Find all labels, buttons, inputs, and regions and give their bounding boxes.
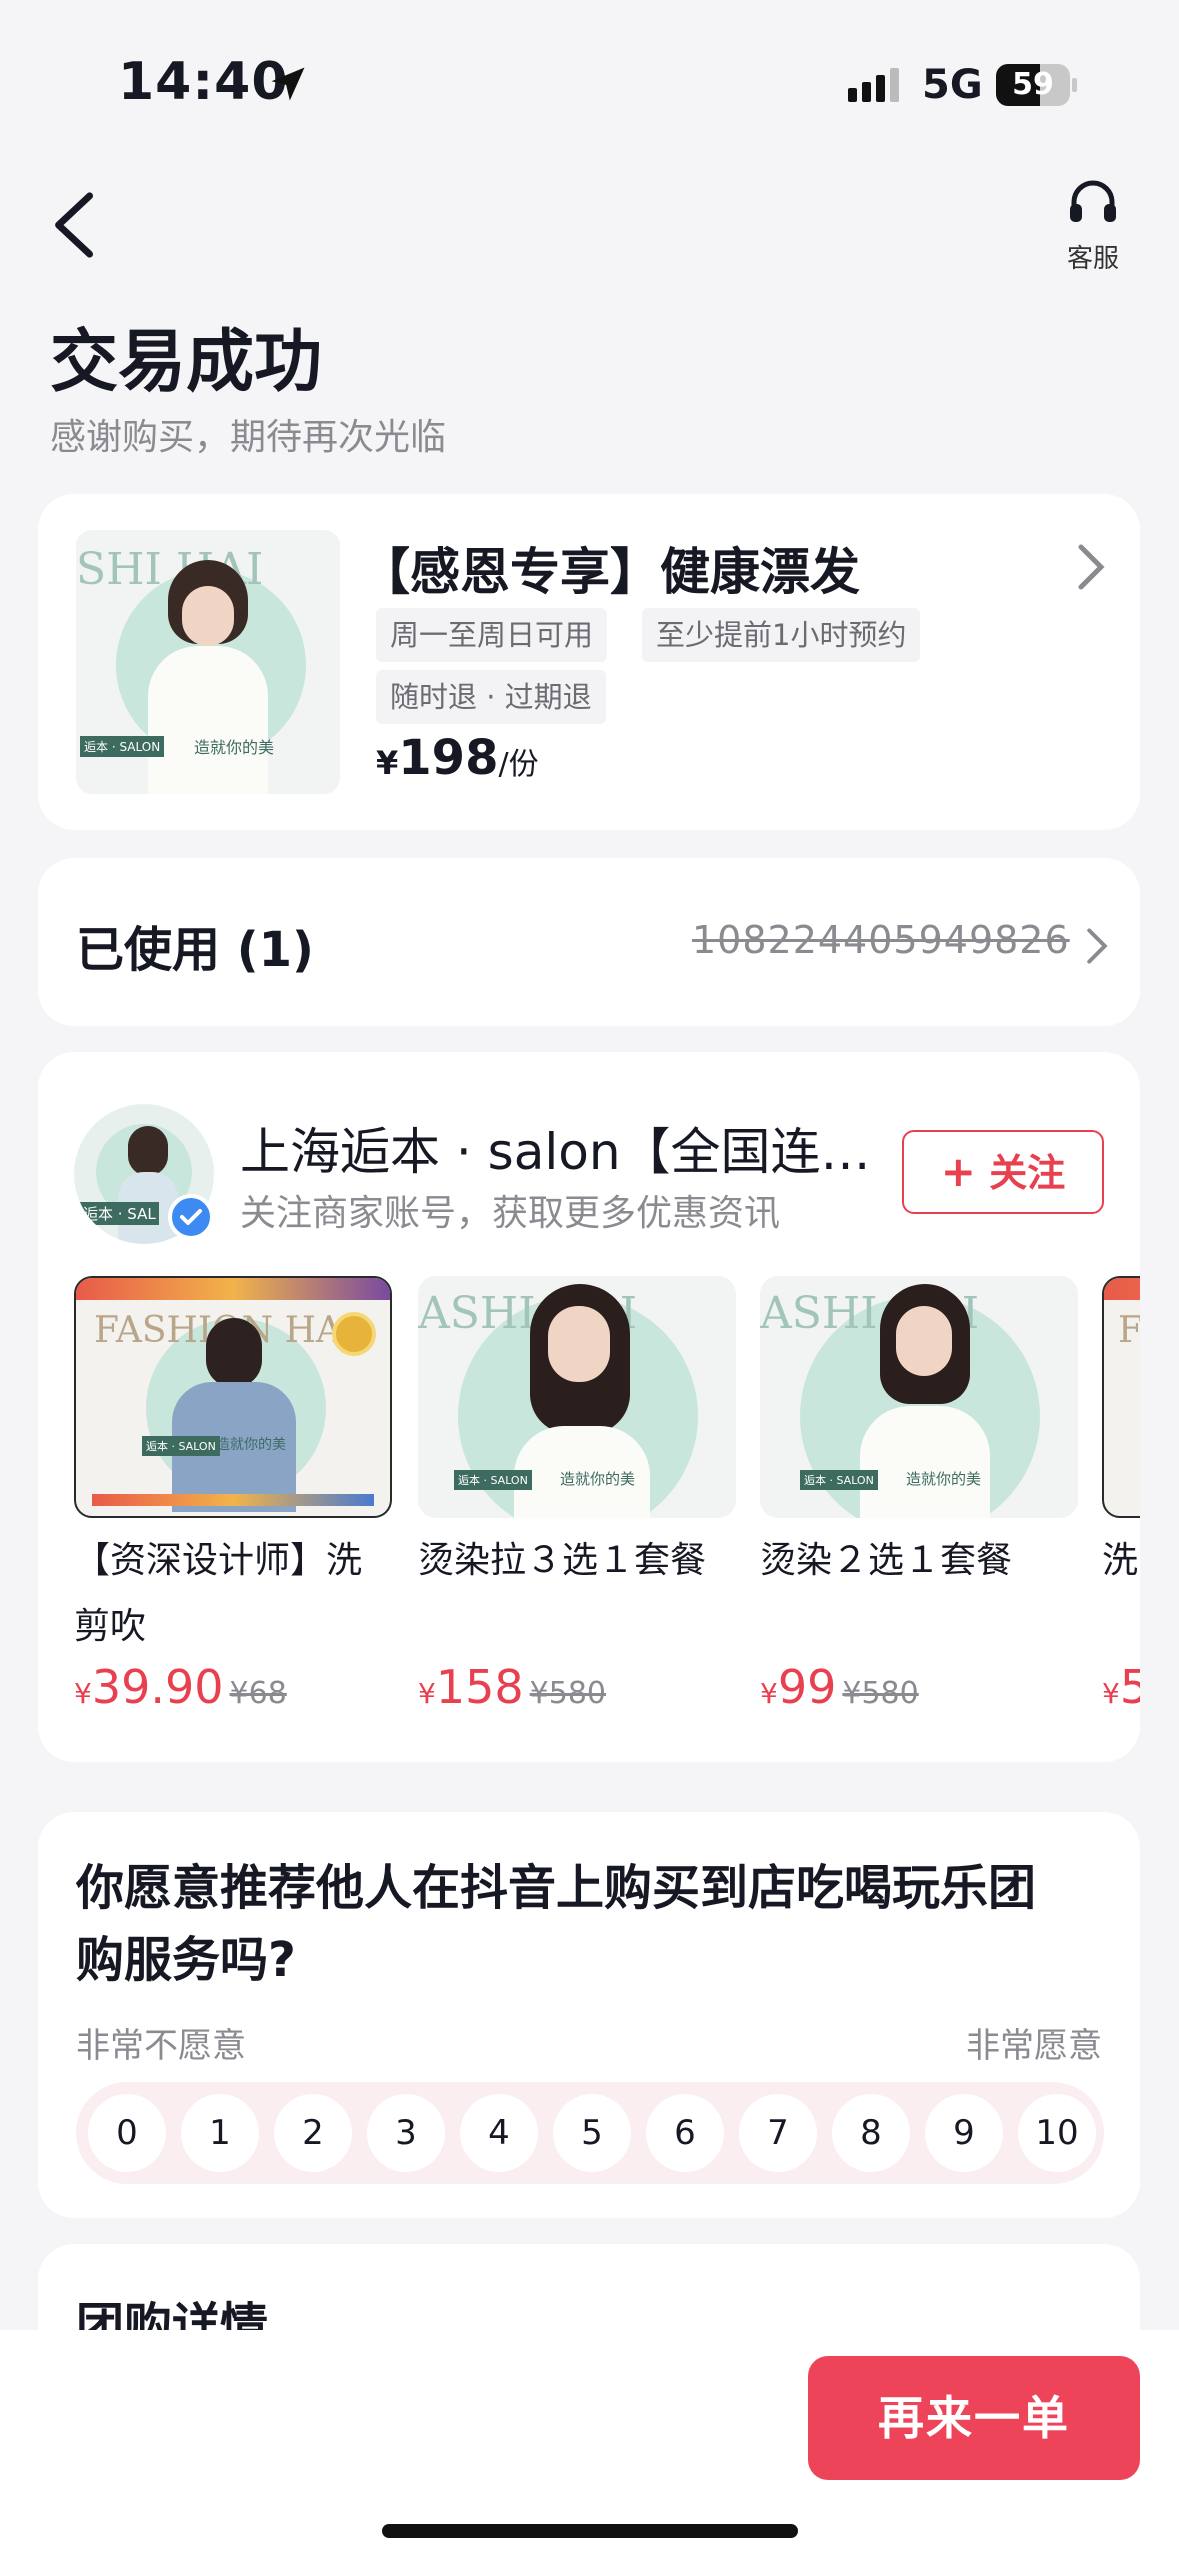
deal-name: 烫染拉３选１套餐 xyxy=(418,1540,707,1581)
page-subtitle: 感谢购买，期待再次光临 xyxy=(50,417,447,458)
deal-item[interactable]: F 洗 ¥5 xyxy=(1102,1276,1140,1714)
price-unit: /份 xyxy=(498,747,539,782)
deal-currency: ¥ xyxy=(1102,1677,1120,1710)
deal-image-brand: F xyxy=(1118,1310,1140,1351)
deal-name: 【资深设计师】洗剪吹 xyxy=(74,1540,363,1647)
image-slogan: 造就你的美 xyxy=(194,738,275,757)
deal-currency: ¥ xyxy=(418,1677,436,1710)
headset-icon xyxy=(1070,180,1116,222)
deal-item[interactable]: FASHION HAI 逅本 · SALON 造就你的美 【资深设计师】洗剪吹 … xyxy=(74,1276,392,1714)
deal-name: 烫染２选１套餐 xyxy=(760,1540,1013,1581)
score-option-5[interactable]: 5 xyxy=(553,2094,631,2172)
deal-image-slogan: 造就你的美 xyxy=(560,1470,636,1488)
avatar-text: 逅本 · SAL xyxy=(80,1202,159,1225)
product-title[interactable]: 【感恩专享】健康漂发 xyxy=(360,532,860,604)
deal-price: ¥158 ¥580 xyxy=(418,1660,736,1714)
price-value: 198 xyxy=(398,730,499,786)
deal-item[interactable]: ASHI HAI 逅本 · SALON 造就你的美 烫染２选１套餐 ¥99 ¥58… xyxy=(760,1276,1078,1714)
deal-currency: ¥ xyxy=(760,1677,778,1710)
usage-card[interactable]: 已使用 (1) 108224405949826 xyxy=(38,858,1140,1026)
deal-price: ¥39.90 ¥68 xyxy=(74,1660,392,1714)
battery-level: 59 xyxy=(1012,67,1054,102)
signal-icon xyxy=(848,68,899,102)
deal-original-price: ¥580 xyxy=(529,1676,606,1711)
product-tag: 周一至周日可用 xyxy=(376,608,608,662)
merchant-card: 逅本 · SAL 上海逅本 · salon【全国连… 关注商家账号，获取更多优惠… xyxy=(38,1052,1140,1762)
customer-service-button[interactable]: 客服 xyxy=(1050,178,1136,278)
plus-icon: + xyxy=(940,1147,976,1196)
battery-icon: 59 xyxy=(996,64,1078,106)
deal-image-slogan: 造就你的美 xyxy=(906,1470,982,1488)
deal-item[interactable]: ASHI HAI 逅本 · SALON 造就你的美 烫染拉３选１套餐 ¥158 ¥… xyxy=(418,1276,736,1714)
medal-icon xyxy=(332,1312,376,1356)
product-card[interactable]: SHI HAI 逅本 · SALON 造就你的美 【感恩专享】健康漂发 周一至周… xyxy=(38,494,1140,830)
deal-original-price: ¥68 xyxy=(229,1676,287,1711)
deal-image-tag: 逅本 · SALON xyxy=(800,1470,878,1490)
location-arrow-icon xyxy=(271,67,305,101)
chevron-right-icon[interactable] xyxy=(1084,926,1110,966)
survey-min-label: 非常不愿意 xyxy=(76,2026,246,2066)
reorder-button[interactable]: 再来一单 xyxy=(808,2356,1140,2480)
score-option-8[interactable]: 8 xyxy=(832,2094,910,2172)
deal-image-tag: 逅本 · SALON xyxy=(142,1436,220,1456)
score-option-9[interactable]: 9 xyxy=(925,2094,1003,2172)
merchant-name[interactable]: 上海逅本 · salon【全国连… xyxy=(240,1112,880,1184)
status-time: 14:40 xyxy=(118,52,289,112)
back-button[interactable] xyxy=(46,190,106,260)
follow-button[interactable]: + 关注 xyxy=(902,1130,1104,1214)
score-option-2[interactable]: 2 xyxy=(274,2094,352,2172)
page-title: 交易成功 xyxy=(50,323,323,402)
chevron-right-icon[interactable] xyxy=(1074,542,1108,592)
deal-current-price: 158 xyxy=(435,1660,524,1714)
customer-service-label: 客服 xyxy=(1066,244,1119,274)
product-image: SHI HAI 逅本 · SALON 造就你的美 xyxy=(76,530,340,794)
product-price: ¥198/份 xyxy=(376,730,539,786)
deal-current-price: 39.90 xyxy=(91,1660,224,1714)
home-indicator xyxy=(382,2524,798,2538)
deal-original-price: ¥580 xyxy=(842,1676,919,1711)
score-option-3[interactable]: 3 xyxy=(367,2094,445,2172)
deal-image: FASHION HAI 逅本 · SALON 造就你的美 xyxy=(74,1276,392,1518)
deal-currency: ¥ xyxy=(74,1677,92,1710)
network-type: 5G xyxy=(922,62,983,108)
deal-image-tag: 逅本 · SALON xyxy=(454,1470,532,1490)
follow-label: 关注 xyxy=(989,1151,1066,1195)
deal-current-price: 5 xyxy=(1119,1660,1140,1714)
deal-price: ¥99 ¥580 xyxy=(760,1660,1078,1714)
usage-label: 已使用 (1) xyxy=(76,922,314,978)
verified-check-icon xyxy=(168,1194,214,1240)
image-salon-tag: 逅本 · SALON xyxy=(80,736,165,757)
survey-max-label: 非常愿意 xyxy=(966,2026,1102,2066)
score-option-10[interactable]: 10 xyxy=(1018,2094,1096,2172)
price-currency: ¥ xyxy=(376,744,399,782)
deal-name: 洗 xyxy=(1102,1540,1139,1581)
bottom-action-bar: 再来一单 xyxy=(0,2330,1179,2556)
deal-image: ASHI HAI 逅本 · SALON 造就你的美 xyxy=(418,1276,736,1518)
voucher-code: 108224405949826 xyxy=(692,918,1070,962)
score-option-0[interactable]: 0 xyxy=(88,2094,166,2172)
score-option-7[interactable]: 7 xyxy=(739,2094,817,2172)
survey-score-scale: 0 1 2 3 4 5 6 7 8 9 10 xyxy=(76,2082,1104,2184)
deal-current-price: 99 xyxy=(777,1660,837,1714)
deal-price: ¥5 xyxy=(1102,1660,1140,1714)
deal-image: ASHI HAI 逅本 · SALON 造就你的美 xyxy=(760,1276,1078,1518)
product-tag: 至少提前1小时预约 xyxy=(642,608,921,662)
product-tag: 随时退 · 过期退 xyxy=(376,670,606,724)
deal-image-slogan: 造就你的美 xyxy=(216,1437,286,1453)
deal-image: F xyxy=(1102,1276,1140,1518)
score-option-6[interactable]: 6 xyxy=(646,2094,724,2172)
score-option-1[interactable]: 1 xyxy=(181,2094,259,2172)
recommend-survey-card: 你愿意推荐他人在抖音上购买到店吃喝玩乐团购服务吗? 非常不愿意 非常愿意 0 1… xyxy=(38,1812,1140,2218)
score-option-4[interactable]: 4 xyxy=(460,2094,538,2172)
merchant-description: 关注商家账号，获取更多优惠资讯 xyxy=(240,1193,781,1234)
survey-question: 你愿意推荐他人在抖音上购买到店吃喝玩乐团购服务吗? xyxy=(76,1860,1037,1988)
